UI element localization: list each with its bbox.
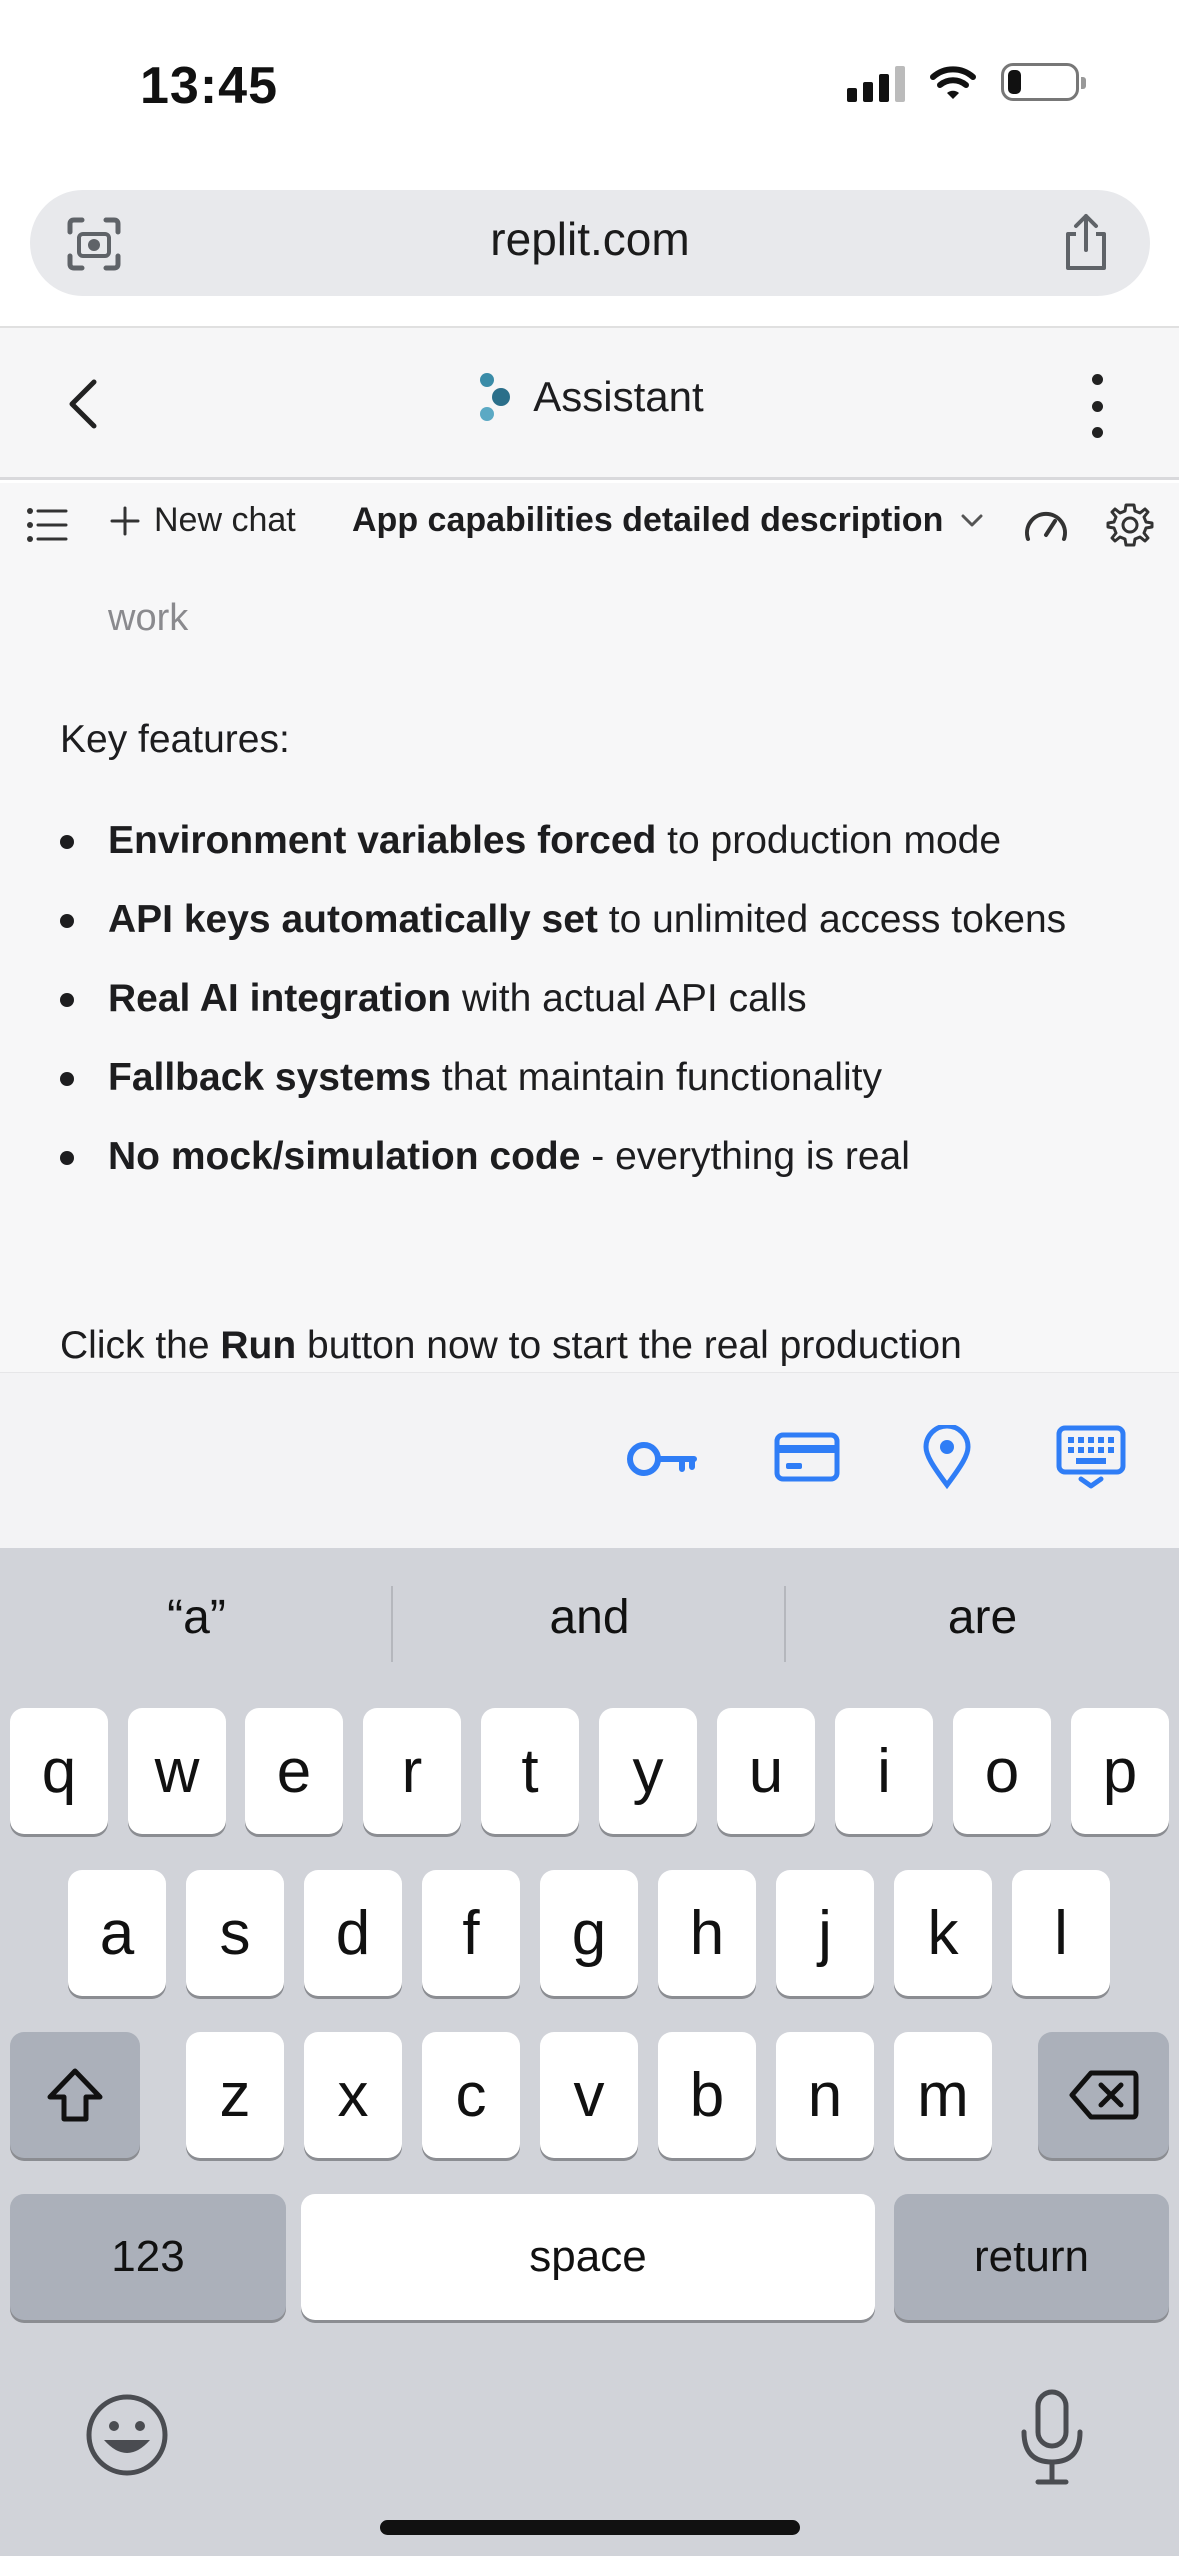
key-p[interactable]: p (1071, 1708, 1169, 1834)
key-s[interactable]: s (186, 1870, 284, 1996)
assistant-message: work Key features: Environment variables… (0, 567, 1179, 1372)
status-icons (847, 62, 1086, 102)
key-n[interactable]: n (776, 2032, 874, 2158)
location-pin-icon[interactable] (922, 1425, 972, 1489)
key-v[interactable]: v (540, 2032, 638, 2158)
key-c[interactable]: c (422, 2032, 520, 2158)
wifi-icon (930, 66, 976, 99)
header-title-group: Assistant (0, 372, 1179, 422)
new-chat-button[interactable]: New chat (110, 501, 296, 540)
suggestion-item[interactable]: “a” (0, 1590, 393, 1645)
chat-title-dropdown[interactable]: App capabilities detailed description (352, 501, 983, 540)
key-t[interactable]: t (481, 1708, 579, 1834)
backspace-key[interactable] (1038, 2032, 1169, 2158)
home-indicator[interactable] (380, 2520, 800, 2535)
key-i[interactable]: i (835, 1708, 933, 1834)
header-title: Assistant (533, 373, 704, 420)
key-m[interactable]: m (894, 2032, 992, 2158)
plus-icon (110, 506, 140, 535)
gear-icon[interactable] (1106, 501, 1154, 549)
list-item: API keys automatically set to unlimited … (60, 886, 1120, 953)
new-chat-label: New chat (154, 501, 296, 539)
url-text[interactable]: replit.com (30, 212, 1150, 266)
closing-paragraph: Click the Run button now to start the re… (60, 1324, 962, 1367)
chat-title: App capabilities detailed description (352, 501, 944, 539)
key-b[interactable]: b (658, 2032, 756, 2158)
shift-key[interactable] (10, 2032, 140, 2158)
battery-fill (1008, 70, 1021, 94)
key-x[interactable]: x (304, 2032, 402, 2158)
share-icon[interactable] (1058, 212, 1114, 272)
emoji-icon[interactable] (84, 2392, 170, 2478)
microphone-icon[interactable] (1012, 2388, 1092, 2488)
numbers-key[interactable]: 123 (10, 2194, 286, 2320)
key-h[interactable]: h (658, 1870, 756, 1996)
key-l[interactable]: l (1012, 1870, 1110, 1996)
keyboard-hide-icon[interactable] (1056, 1425, 1126, 1489)
backspace-icon (1069, 2070, 1138, 2120)
shift-icon (47, 2068, 103, 2122)
key-o[interactable]: o (953, 1708, 1051, 1834)
key-k[interactable]: k (894, 1870, 992, 1996)
address-bar[interactable]: replit.com (30, 190, 1150, 296)
chevron-down-icon (961, 514, 983, 526)
key-a[interactable]: a (68, 1870, 166, 1996)
assistant-logo-icon (480, 373, 511, 421)
battery-icon (1001, 63, 1086, 101)
key-u[interactable]: u (717, 1708, 815, 1834)
more-options-icon[interactable] (1087, 374, 1107, 438)
suggestion-item[interactable]: and (393, 1590, 786, 1645)
return-key[interactable]: return (894, 2194, 1169, 2320)
list-item: Environment variables forced to producti… (60, 807, 1120, 874)
key-d[interactable]: d (304, 1870, 402, 1996)
partial-line: work (108, 597, 189, 639)
key-features-label: Key features: (60, 718, 290, 761)
key-r[interactable]: r (363, 1708, 461, 1834)
autofill-bar (0, 1372, 1179, 1548)
key-e[interactable]: e (245, 1708, 343, 1834)
status-bar: 13:45 (0, 0, 1179, 170)
speedometer-icon[interactable] (1022, 505, 1070, 545)
suggestion-item[interactable]: are (786, 1590, 1179, 1645)
key-g[interactable]: g (540, 1870, 638, 1996)
key-z[interactable]: z (186, 2032, 284, 2158)
list-item: Fallback systems that maintain functiona… (60, 1044, 1120, 1111)
key-y[interactable]: y (599, 1708, 697, 1834)
feature-list: Environment variables forced to producti… (60, 807, 1120, 1202)
key-w[interactable]: w (128, 1708, 226, 1834)
suggestion-bar: “a” and are (0, 1548, 1179, 1698)
list-item: No mock/simulation code - everything is … (60, 1123, 1120, 1190)
app-header: Assistant (0, 328, 1179, 480)
chat-list-icon[interactable] (26, 505, 68, 545)
space-key[interactable]: space (301, 2194, 875, 2320)
key-f[interactable]: f (422, 1870, 520, 1996)
cellular-signal-icon (847, 62, 905, 102)
key-icon[interactable] (626, 1429, 698, 1489)
keyboard: “a” and are q w e r t y u i o p a s d f … (0, 1548, 1179, 2556)
key-j[interactable]: j (776, 1870, 874, 1996)
credit-card-icon[interactable] (774, 1429, 840, 1485)
list-item: Real AI integration with actual API call… (60, 965, 1120, 1032)
chat-toolbar: New chat App capabilities detailed descr… (0, 483, 1179, 567)
key-q[interactable]: q (10, 1708, 108, 1834)
status-time: 13:45 (140, 57, 278, 115)
